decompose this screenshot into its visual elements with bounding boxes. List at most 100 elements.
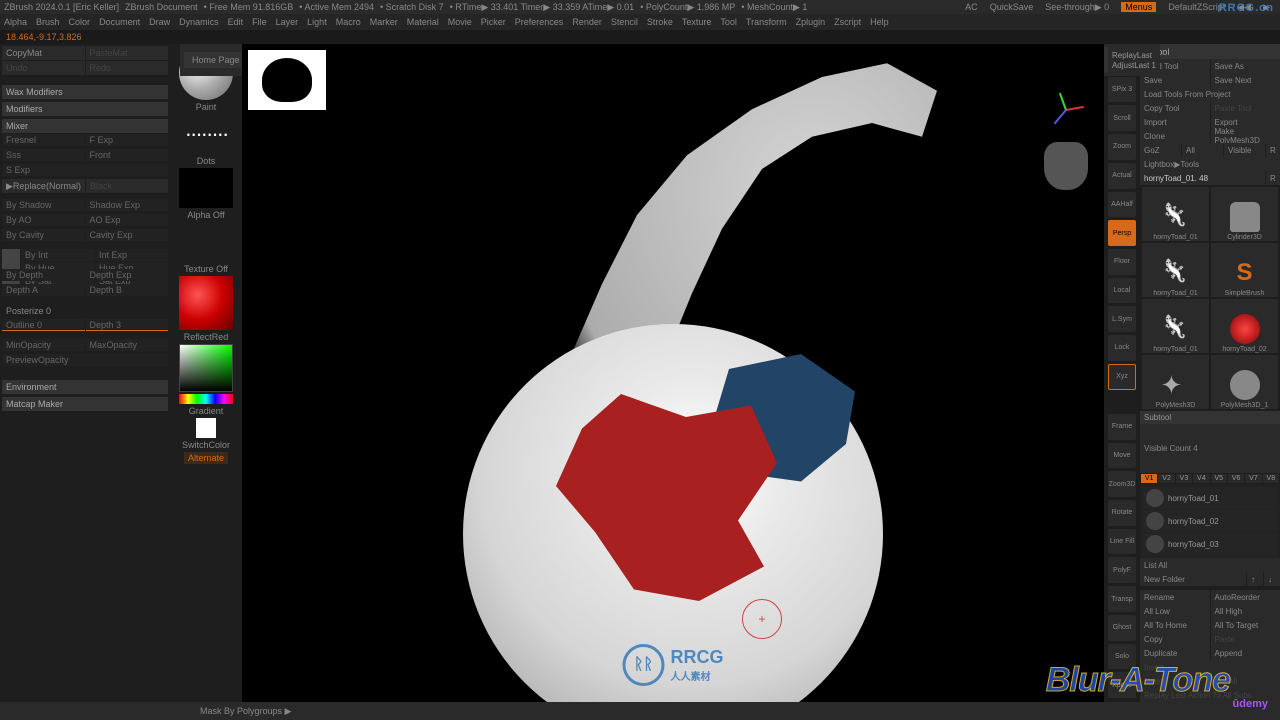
menu-texture[interactable]: Texture [682, 17, 712, 27]
v2-toggle[interactable]: V2 [1158, 474, 1174, 483]
transp-button[interactable]: Transp [1108, 586, 1136, 612]
thumb-hornytoad-1[interactable]: hornyToad_01 [1142, 187, 1209, 241]
previewopacity-slider[interactable]: PreviewOpacity [2, 354, 168, 366]
menu-picker[interactable]: Picker [481, 17, 506, 27]
all-low-button[interactable]: All Low [1140, 604, 1210, 618]
menu-macro[interactable]: Macro [336, 17, 361, 27]
minopacity-slider[interactable]: MinOpacity [2, 339, 85, 351]
menu-preferences[interactable]: Preferences [515, 17, 564, 27]
move3d-button[interactable]: Move [1108, 443, 1136, 469]
spix-button[interactable]: SPix 3 [1108, 77, 1136, 103]
all-high-button[interactable]: All High [1211, 604, 1280, 618]
adjust-last-slider[interactable]: AdjustLast 1 [1112, 61, 1156, 70]
seethrough-slider[interactable]: See-through▶ 0 [1045, 2, 1109, 13]
linefill-button[interactable]: Line Fill [1108, 529, 1136, 555]
menu-brush[interactable]: Brush [36, 17, 60, 27]
thumb-hornytoad-3[interactable]: hornyToad_01 [1142, 299, 1209, 353]
down-icon[interactable]: ↓ [1264, 572, 1280, 586]
environment-section[interactable]: Environment [2, 380, 168, 394]
v8-toggle[interactable]: V8 [1263, 474, 1279, 483]
lsym-button[interactable]: L.Sym [1108, 306, 1136, 332]
menu-document[interactable]: Document [99, 17, 140, 27]
black-button[interactable]: Black [86, 179, 168, 193]
v1-toggle[interactable]: V1 [1141, 474, 1157, 483]
menus-toggle[interactable]: Menus [1121, 2, 1156, 12]
local-button[interactable]: Local [1108, 278, 1136, 304]
ghost-button[interactable]: Ghost [1108, 615, 1136, 641]
aoexp-slider[interactable]: AO Exp [86, 214, 169, 226]
menu-zscript[interactable]: Zscript [834, 17, 861, 27]
stroke-dots-preview[interactable] [179, 114, 233, 154]
subtool-header[interactable]: Subtool [1140, 411, 1280, 424]
sexp-slider[interactable]: S Exp [2, 164, 168, 176]
v7-toggle[interactable]: V7 [1245, 474, 1261, 483]
fresnel-slider[interactable]: Fresnel [2, 134, 85, 146]
alternate-toggle[interactable]: Alternate [184, 452, 228, 464]
menu-tool[interactable]: Tool [720, 17, 737, 27]
lock-button[interactable]: Lock [1108, 335, 1136, 361]
polyf-button[interactable]: PolyF [1108, 557, 1136, 583]
menu-help[interactable]: Help [870, 17, 889, 27]
menu-file[interactable]: File [252, 17, 267, 27]
posterize-label[interactable]: Posterize 0 [2, 304, 168, 318]
save-as-button[interactable]: Save As [1211, 59, 1280, 73]
intexp-slider[interactable]: Int Exp [95, 249, 168, 261]
menu-movie[interactable]: Movie [448, 17, 472, 27]
menu-alpha[interactable]: Alpha [4, 17, 27, 27]
zoom3d-button[interactable]: Zoom3D [1108, 471, 1136, 497]
cam-head-icon[interactable] [1044, 142, 1088, 190]
visible-button[interactable]: Visible [1224, 143, 1265, 157]
persp-button[interactable]: Persp [1108, 220, 1136, 246]
replay-last-button[interactable]: ReplayLast [1112, 51, 1152, 60]
xyz-button[interactable]: Xyz [1108, 364, 1136, 390]
lightbox-tools-button[interactable]: Lightbox▶Tools [1140, 157, 1280, 171]
frame-button[interactable]: Frame [1108, 414, 1136, 440]
menu-dynamics[interactable]: Dynamics [179, 17, 219, 27]
rename-button[interactable]: Rename [1140, 590, 1210, 604]
thumb-simplebrush[interactable]: SSimpleBrush [1211, 243, 1278, 297]
matcap-maker-section[interactable]: Matcap Maker [2, 397, 168, 411]
document-thumbnail[interactable] [248, 50, 326, 110]
shadowexp-slider[interactable]: Shadow Exp [86, 199, 169, 211]
menu-light[interactable]: Light [307, 17, 327, 27]
all-to-home-button[interactable]: All To Home [1140, 618, 1210, 632]
bydepth-slider[interactable]: By Depth [2, 269, 85, 281]
switchcolor-label[interactable]: SwitchColor [182, 440, 230, 450]
fexp-slider[interactable]: F Exp [86, 134, 169, 146]
secondary-color-swatch[interactable] [196, 418, 216, 438]
depth3-slider[interactable]: Depth 3 [86, 319, 169, 331]
copy-tool-button[interactable]: Copy Tool [1140, 101, 1210, 115]
all-to-target-button[interactable]: All To Target [1211, 618, 1280, 632]
pastemat-button[interactable]: PasteMat [86, 46, 169, 60]
v4-toggle[interactable]: V4 [1193, 474, 1209, 483]
byao-slider[interactable]: By AO [2, 214, 85, 226]
v3-toggle[interactable]: V3 [1176, 474, 1192, 483]
subtool-item-1[interactable]: hornyToad_01 [1142, 487, 1278, 509]
subtool-item-3[interactable]: hornyToad_03 [1142, 533, 1278, 555]
axis-gizmo[interactable] [1046, 89, 1086, 129]
actual-button[interactable]: Actual [1108, 163, 1136, 189]
thumb-cylinder3d[interactable]: Cylinder3D [1211, 187, 1278, 241]
byint-slider[interactable]: By Int [21, 249, 94, 261]
load-from-project-button[interactable]: Load Tools From Project [1140, 87, 1280, 101]
bycavity-slider[interactable]: By Cavity [2, 229, 85, 241]
v5-toggle[interactable]: V5 [1211, 474, 1227, 483]
save-next-button[interactable]: Save Next [1211, 73, 1280, 87]
outline-slider[interactable]: Outline 0 [2, 319, 85, 331]
viewport-canvas[interactable]: ᚱᚱ RRCG 人人素材 [242, 44, 1104, 702]
hue-strip[interactable] [179, 394, 233, 404]
r2-button[interactable]: R [1266, 171, 1280, 185]
color-picker[interactable] [179, 344, 233, 392]
menu-render[interactable]: Render [572, 17, 602, 27]
current-tool-label[interactable]: hornyToad_01. 48 [1140, 171, 1265, 185]
alpha-preview[interactable] [179, 168, 233, 208]
replace-normal-button[interactable]: ▶Replace(Normal) [2, 179, 85, 193]
rotate3d-button[interactable]: Rotate [1108, 500, 1136, 526]
wax-modifiers-section[interactable]: Wax Modifiers [2, 85, 168, 99]
floor-button[interactable]: Floor [1108, 249, 1136, 275]
deptha-slider[interactable]: Depth A [2, 284, 85, 296]
r-button[interactable]: R [1266, 143, 1280, 157]
menu-marker[interactable]: Marker [370, 17, 398, 27]
thumb-polymesh3d-1[interactable]: PolyMesh3D_1 [1211, 355, 1278, 409]
list-all-button[interactable]: List All [1140, 558, 1280, 572]
